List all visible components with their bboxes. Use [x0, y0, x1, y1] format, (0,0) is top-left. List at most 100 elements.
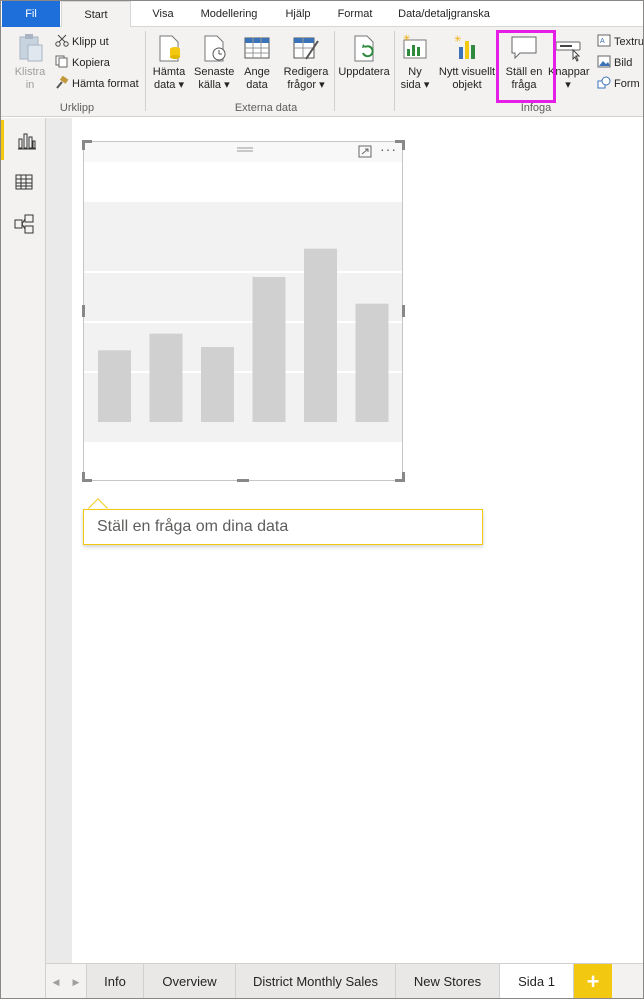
paste-button[interactable]: Klistra in — [11, 33, 49, 92]
paste-label-2: in — [25, 79, 35, 91]
report-view-icon — [18, 133, 36, 150]
tab-format[interactable]: Format — [333, 1, 377, 27]
edit-queries-button[interactable]: Redigera frågor ▾ — [283, 33, 329, 92]
ask-question-highlight — [496, 30, 556, 103]
view-switcher — [1, 118, 46, 998]
bar-4[interactable] — [252, 277, 286, 422]
page-tab-overview[interactable]: Overview — [144, 964, 236, 998]
scissors-icon — [55, 34, 69, 47]
page-tab-info[interactable]: Info — [86, 964, 144, 998]
copy-label: Kopiera — [72, 57, 110, 69]
image-label: Bild — [614, 57, 633, 69]
textbox-button[interactable]: A Textru — [597, 34, 644, 49]
data-view-icon — [15, 174, 33, 190]
format-painter-button[interactable]: Hämta format — [55, 76, 139, 91]
shapes-button[interactable]: Form — [597, 76, 640, 91]
page-tab-district-monthly-sales[interactable]: District Monthly Sales — [236, 964, 396, 998]
more-options-icon[interactable]: ··· — [380, 141, 397, 157]
recent-sources-button[interactable]: Senaste källa ▾ — [194, 33, 234, 92]
bar-6[interactable] — [355, 303, 389, 422]
app-window: Fil Start Visa Modellering Hjälp Format … — [0, 0, 644, 999]
qna-question-input[interactable]: Ställ en fråga om dina data — [83, 509, 483, 545]
enter-data-button[interactable]: Ange data — [241, 33, 273, 92]
group-label-insert: Infoga — [520, 102, 552, 114]
refresh-label: Uppdatera — [338, 66, 390, 78]
focus-mode-icon[interactable] — [358, 145, 372, 158]
ribbon-divider — [334, 31, 335, 111]
new-page-button[interactable]: ✳ Ny sida ▾ — [399, 33, 431, 92]
textbox-label: Textru — [614, 36, 644, 48]
cut-label: Klipp ut — [72, 36, 109, 48]
resize-handle-left[interactable] — [82, 305, 85, 317]
svg-text:✳: ✳ — [403, 33, 411, 43]
report-view-button[interactable] — [1, 120, 46, 160]
tab-view[interactable]: Visa — [141, 1, 185, 27]
cut-button[interactable]: Klipp ut — [55, 34, 109, 49]
new-page-label-1: Ny — [408, 66, 422, 78]
resize-handle-bottom[interactable] — [237, 479, 249, 482]
resize-handle-bottom-left[interactable] — [82, 472, 85, 482]
bar-2[interactable] — [149, 333, 183, 422]
svg-text:✳: ✳ — [454, 34, 462, 44]
bar-1[interactable] — [98, 350, 131, 422]
bar-5[interactable] — [304, 248, 337, 422]
ribbon-divider — [394, 31, 395, 111]
chart-plot — [84, 202, 402, 442]
ribbon-divider — [145, 31, 146, 111]
tab-modeling[interactable]: Modellering — [196, 1, 262, 27]
enter-data-label-1: Ange — [244, 66, 270, 78]
add-page-button[interactable]: + — [574, 964, 612, 998]
recent-label-1: Senaste — [194, 66, 235, 78]
resize-handle-top-right[interactable] — [402, 140, 405, 150]
shapes-label: Form — [614, 78, 640, 90]
edit-queries-label-1: Redigera — [283, 66, 329, 78]
refresh-icon — [354, 35, 374, 62]
page-tab-sida-1[interactable]: Sida 1 — [500, 964, 574, 998]
paste-icon — [19, 34, 43, 62]
recent-label-2: källa — [198, 79, 222, 91]
new-visual-icon: ✳ — [454, 34, 475, 59]
new-visual-button[interactable]: ✳ Nytt visuellt objekt — [436, 33, 498, 92]
group-label-external-data: Externa data — [234, 102, 298, 114]
bar-chart-visual[interactable]: ··· — [83, 141, 403, 481]
page-tabs-bar: ◀ ▶ Info Overview District Monthly Sales… — [46, 963, 643, 998]
shapes-icon — [597, 76, 611, 89]
image-icon — [597, 55, 611, 68]
get-data-button[interactable]: Hämta data ▾ — [151, 33, 187, 92]
clock-document-icon — [204, 35, 226, 62]
data-view-button[interactable] — [1, 162, 46, 202]
svg-text:A: A — [600, 38, 605, 45]
tab-data-drill[interactable]: Data/detaljgranska — [396, 1, 492, 27]
get-data-label-1: Hämta — [152, 66, 186, 78]
tab-help[interactable]: Hjälp — [278, 1, 318, 27]
ribbon-tabs: Fil Start Visa Modellering Hjälp Format … — [1, 1, 643, 28]
enter-data-label-2: data — [246, 79, 268, 91]
new-visual-label-2: objekt — [452, 79, 482, 91]
edit-table-icon — [293, 37, 319, 60]
resize-handle-right[interactable] — [402, 305, 405, 317]
image-button[interactable]: Bild — [597, 55, 632, 70]
button-cursor-icon — [555, 41, 581, 62]
model-view-button[interactable] — [1, 204, 46, 244]
table-icon — [244, 37, 270, 59]
refresh-button[interactable]: Uppdatera — [338, 33, 390, 79]
resize-handle-bottom-right[interactable] — [402, 472, 405, 482]
edit-queries-label-2: frågor — [287, 79, 317, 91]
resize-handle-top-left[interactable] — [82, 140, 85, 150]
copy-button[interactable]: Kopiera — [55, 55, 110, 70]
format-painter-label: Hämta format — [72, 78, 139, 90]
scroll-right-arrow[interactable]: ▶ — [66, 964, 86, 998]
tab-start[interactable]: Start — [61, 1, 131, 28]
new-visual-label-1: Nytt visuellt — [438, 66, 496, 78]
page-tab-new-stores[interactable]: New Stores — [396, 964, 500, 998]
drag-grip-icon[interactable] — [237, 146, 253, 154]
brush-icon — [56, 76, 69, 89]
canvas-gutter — [46, 118, 72, 963]
copy-icon — [55, 55, 68, 68]
tab-file[interactable]: Fil — [2, 1, 60, 27]
model-view-icon — [14, 214, 34, 234]
paste-label-1: Klistra — [14, 66, 46, 78]
bar-3[interactable] — [201, 347, 234, 422]
get-data-label-2: data — [154, 79, 176, 91]
scroll-left-arrow[interactable]: ◀ — [46, 964, 66, 998]
